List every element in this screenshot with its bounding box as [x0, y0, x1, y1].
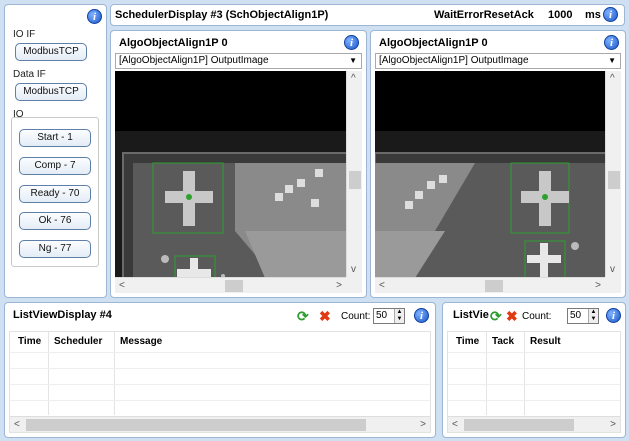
count-label: Count: — [522, 311, 552, 322]
scroll-left-icon[interactable]: < — [379, 280, 385, 291]
listview-table[interactable]: Time Scheduler Message < > — [9, 331, 431, 433]
row-divider — [10, 352, 430, 353]
column-divider — [48, 332, 49, 415]
inspection-image — [115, 131, 362, 293]
ok-button[interactable]: Ok - 76 — [19, 212, 91, 230]
row-divider — [10, 400, 430, 401]
count-label: Count: — [341, 311, 371, 322]
horizontal-scrollbar[interactable]: < > — [115, 277, 346, 293]
scroll-thumb[interactable] — [464, 419, 574, 431]
scheduler-header: SchedulerDisplay #3 (SchObjectAlign1P) W… — [110, 4, 625, 26]
scroll-thumb[interactable] — [349, 171, 361, 189]
horizontal-scrollbar[interactable]: < > — [448, 416, 620, 432]
delete-icon[interactable]: ✖ — [319, 309, 333, 323]
info-icon[interactable]: i — [606, 308, 621, 323]
row-divider — [448, 352, 620, 353]
spin-arrows-icon[interactable]: ▲ ▼ — [394, 309, 404, 323]
scheduler-time-unit: ms — [585, 9, 601, 21]
info-icon[interactable]: i — [414, 308, 429, 323]
scroll-right-icon[interactable]: > — [336, 280, 342, 291]
column-divider — [486, 332, 487, 415]
count-value: 50 — [570, 310, 582, 321]
scroll-thumb[interactable] — [608, 171, 620, 189]
column-header[interactable]: Time — [456, 336, 479, 347]
image-display-1: AlgoObjectAlign1P 0 i [AlgoObjectAlign1P… — [110, 30, 367, 298]
listview-table[interactable]: Time Tack Result < > — [447, 331, 621, 433]
scroll-left-icon[interactable]: < — [119, 280, 125, 291]
start-button[interactable]: Start - 1 — [19, 129, 91, 147]
scroll-down-icon[interactable]: v — [351, 264, 356, 275]
scroll-right-icon[interactable]: > — [420, 419, 426, 430]
listview-title: ListVie — [453, 309, 489, 321]
info-icon[interactable]: i — [87, 9, 102, 24]
ready-button[interactable]: Ready - 70 — [19, 185, 91, 203]
output-select-value: [AlgoObjectAlign1P] OutputImage — [119, 55, 269, 66]
data-if-label: Data IF — [13, 69, 46, 80]
scroll-corner — [605, 277, 621, 293]
refresh-icon[interactable]: ⟳ — [490, 309, 504, 323]
row-divider — [10, 384, 430, 385]
comp-button[interactable]: Comp - 7 — [19, 157, 91, 175]
horizontal-scrollbar[interactable]: < > — [10, 416, 430, 432]
column-header[interactable]: Time — [18, 336, 41, 347]
output-select-value: [AlgoObjectAlign1P] OutputImage — [379, 55, 529, 66]
row-divider — [448, 400, 620, 401]
column-header[interactable]: Message — [120, 336, 162, 347]
vertical-scrollbar[interactable]: ^ v — [346, 71, 362, 277]
column-divider — [114, 332, 115, 415]
output-select[interactable]: [AlgoObjectAlign1P] OutputImage ▼ — [375, 53, 621, 69]
count-value: 50 — [376, 310, 388, 321]
io-if-label: IO IF — [13, 29, 36, 40]
display-title: AlgoObjectAlign1P 0 — [379, 37, 488, 49]
image-viewport[interactable]: ^ v < > — [375, 71, 621, 293]
display-title: AlgoObjectAlign1P 0 — [119, 37, 228, 49]
listview-title: ListViewDisplay #4 — [13, 309, 112, 321]
scroll-corner — [346, 277, 362, 293]
scheduler-title: SchedulerDisplay #3 (SchObjectAlign1P) — [115, 9, 329, 21]
scroll-thumb[interactable] — [485, 280, 503, 292]
listview-display-2: ListVie ⟳ ✖ Count: 50 ▲ ▼ i Time Tack Res… — [442, 302, 626, 438]
scheduler-time-value: 1000 — [548, 9, 573, 21]
info-icon[interactable]: i — [604, 35, 619, 50]
row-divider — [448, 384, 620, 385]
output-select[interactable]: [AlgoObjectAlign1P] OutputImage ▼ — [115, 53, 362, 69]
refresh-icon[interactable]: ⟳ — [297, 309, 311, 323]
scroll-left-icon[interactable]: < — [452, 419, 458, 430]
chevron-down-icon[interactable]: ▼ — [608, 54, 616, 68]
listview-display-1: ListViewDisplay #4 ⟳ ✖ Count: 50 ▲ ▼ i Ti… — [4, 302, 436, 438]
scheduler-status: WaitErrorResetAck — [434, 9, 534, 21]
scroll-thumb[interactable] — [26, 419, 366, 431]
row-divider — [10, 368, 430, 369]
delete-icon[interactable]: ✖ — [506, 309, 520, 323]
chevron-down-icon[interactable]: ▼ — [349, 54, 357, 68]
vertical-scrollbar[interactable]: ^ v — [605, 71, 621, 277]
column-header[interactable]: Tack — [492, 336, 514, 347]
scroll-right-icon[interactable]: > — [595, 280, 601, 291]
count-stepper[interactable]: 50 ▲ ▼ — [373, 308, 405, 324]
io-panel: i IO IF ModbusTCP Data IF ModbusTCP IO S… — [4, 4, 107, 298]
count-stepper[interactable]: 50 ▲ ▼ — [567, 308, 599, 324]
spin-arrows-icon[interactable]: ▲ ▼ — [588, 309, 598, 323]
column-header[interactable]: Scheduler — [54, 336, 102, 347]
data-if-value[interactable]: ModbusTCP — [15, 83, 87, 101]
io-if-value[interactable]: ModbusTCP — [15, 43, 87, 61]
scroll-right-icon[interactable]: > — [610, 419, 616, 430]
inspection-image — [375, 131, 621, 293]
row-divider — [448, 368, 620, 369]
scroll-down-icon[interactable]: v — [610, 264, 615, 275]
scroll-up-icon[interactable]: ^ — [351, 73, 356, 84]
column-header[interactable]: Result — [530, 336, 561, 347]
scroll-thumb[interactable] — [225, 280, 243, 292]
info-icon[interactable]: i — [344, 35, 359, 50]
horizontal-scrollbar[interactable]: < > — [375, 277, 605, 293]
column-divider — [524, 332, 525, 415]
image-viewport[interactable]: ^ v < > — [115, 71, 362, 293]
scroll-up-icon[interactable]: ^ — [610, 73, 615, 84]
scroll-left-icon[interactable]: < — [14, 419, 20, 430]
ng-button[interactable]: Ng - 77 — [19, 240, 91, 258]
image-display-2: AlgoObjectAlign1P 0 i [AlgoObjectAlign1P… — [370, 30, 626, 298]
info-icon[interactable]: i — [603, 7, 618, 22]
